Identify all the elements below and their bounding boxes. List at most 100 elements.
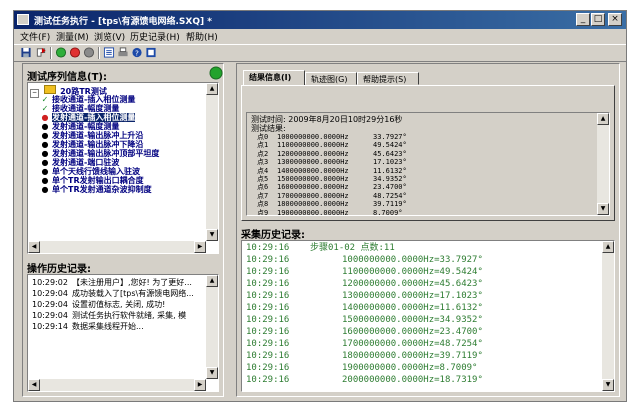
collect-value: 1800000000.0000Hz=39.7119° <box>342 351 483 361</box>
result-info-box[interactable]: 测试时间: 2009年8月20日10时29分16秒 测试结果: 点0 100000… <box>246 112 610 216</box>
collect-time: 10:29:16 <box>246 327 290 337</box>
collect-row: 10:29:16 1300000000.0000Hz=17.1023° <box>246 291 483 302</box>
info-icon[interactable] <box>145 47 157 58</box>
save-icon[interactable] <box>20 47 32 58</box>
menu-history[interactable]: 历史记录(H) <box>130 30 180 43</box>
scroll-left-arrow-icon[interactable]: ◀ <box>28 241 40 253</box>
tree-item-label: 接收通道-插入相位测量 <box>52 95 136 104</box>
tree-item-label: 发射通道-输出脉冲下降沿 <box>52 140 144 149</box>
tree-item[interactable]: ● 发射通道-插入相位测量 <box>40 113 136 122</box>
menu-file[interactable]: 文件(F) <box>20 30 50 43</box>
result-vertical-scrollbar[interactable]: ▲ ▼ <box>597 113 609 215</box>
scroll-right-arrow-icon[interactable]: ▶ <box>194 379 206 391</box>
tab-trace-graph[interactable]: 轨迹图(G) <box>305 72 357 85</box>
tree-item[interactable]: ● 单个TR发射输出口耦合度 <box>40 176 144 185</box>
tree-item-label: 发射通道-输出脉冲上升沿 <box>52 131 144 140</box>
window-title: 测试任务执行 - [tps\有源馈电网络.SXQ] * <box>34 17 212 27</box>
tree-item-label: 发射通道-插入相位测量 <box>52 113 136 122</box>
scroll-left-arrow-icon[interactable]: ◀ <box>28 379 40 391</box>
collect-time: 10:29:16 <box>246 315 290 325</box>
collect-time: 10:29:16 <box>246 351 290 361</box>
test-time-line: 测试时间: 2009年8月20日10时29分16秒 <box>251 115 403 124</box>
scroll-down-arrow-icon[interactable]: ▼ <box>602 379 614 391</box>
app-icon <box>17 14 29 25</box>
tree-item[interactable]: ● 发射通道-输出脉冲下降沿 <box>40 140 144 149</box>
dot-icon: ● <box>41 122 49 131</box>
collect-history-list[interactable]: 10:29:16 步骤01-02 点数:11 10:29:16 1000000000.… <box>241 240 615 392</box>
history-time: 10:29:04 <box>32 311 68 320</box>
scroll-up-arrow-icon[interactable]: ▲ <box>602 241 614 253</box>
collect-time: 10:29:16 <box>246 267 290 277</box>
collect-step-text: 步骤01-02 点数:11 <box>310 243 395 253</box>
scroll-up-arrow-icon[interactable]: ▲ <box>206 83 218 95</box>
dot-icon: ● <box>41 131 49 140</box>
collapse-icon[interactable]: − <box>30 89 39 98</box>
tree-vertical-scrollbar[interactable]: ▲ ▼ <box>206 83 218 241</box>
tree-item-label: 单个TR发射通道杂波抑制度 <box>52 185 152 194</box>
tree-item[interactable]: ● 单个天线行馈线输入驻波 <box>40 167 141 176</box>
green-circle-icon[interactable] <box>55 47 67 58</box>
menu-view[interactable]: 浏览(V) <box>94 30 125 43</box>
collect-history-label: 采集历史记录: <box>241 230 305 241</box>
result-point-value: 8.7009° <box>373 208 403 216</box>
scroll-right-arrow-icon[interactable]: ▶ <box>194 241 206 253</box>
tree-item[interactable]: ● 单个TR发射通道杂波抑制度 <box>40 185 152 194</box>
history-horizontal-scrollbar[interactable]: ◀ ▶ <box>28 379 206 391</box>
red-circle-icon[interactable] <box>69 47 81 58</box>
history-vertical-scrollbar[interactable]: ▲ ▼ <box>206 275 218 379</box>
tree-item-label: 单个TR发射输出口耦合度 <box>52 176 144 185</box>
title-bar[interactable]: 测试任务执行 - [tps\有源馈电网络.SXQ] * _ □ × <box>14 11 626 29</box>
result-point-name: 点9 <box>257 208 269 216</box>
menu-help[interactable]: 帮助(H) <box>186 30 218 43</box>
tree-horizontal-scrollbar[interactable]: ◀ ▶ <box>28 241 206 253</box>
scroll-down-arrow-icon[interactable]: ▼ <box>597 203 609 215</box>
history-message: 【未注册用户】,您好! 为了更好... <box>72 278 192 287</box>
maximize-button[interactable]: □ <box>591 13 605 26</box>
collect-row: 10:29:16 1500000000.0000Hz=34.9352° <box>246 315 483 326</box>
test-result-label: 测试结果: <box>251 124 286 133</box>
tree-item[interactable]: ● 发射通道-输出脉冲顶部平坦度 <box>40 149 160 158</box>
tree-item[interactable]: ● 发射通道-端口驻波 <box>40 158 120 167</box>
right-panel: 结果信息(I) 轨迹图(G) 帮助提示(S) 测试时间: 2009年8月20日1… <box>236 63 620 397</box>
toolbar-separator <box>98 47 100 59</box>
tab-page: 测试时间: 2009年8月20日10时29分16秒 测试结果: 点0 100000… <box>241 85 615 221</box>
history-message: 数据采集线程开始... <box>72 322 144 331</box>
scroll-down-arrow-icon[interactable]: ▼ <box>206 229 218 241</box>
collect-row: 10:29:16 2000000000.0000Hz=18.7319° <box>246 375 483 386</box>
scroll-up-arrow-icon[interactable]: ▲ <box>206 275 218 287</box>
close-button[interactable]: × <box>608 13 622 26</box>
collect-vertical-scrollbar[interactable]: ▲ ▼ <box>602 241 614 391</box>
minimize-button[interactable]: _ <box>576 13 590 26</box>
check-icon: ✓ <box>41 104 49 113</box>
menu-bar: 文件(F) 测量(M) 浏览(V) 历史记录(H) 帮助(H) <box>14 29 626 43</box>
menu-measure[interactable]: 测量(M) <box>56 30 89 43</box>
gray-circle-icon[interactable] <box>83 47 95 58</box>
collect-time: 10:29:16 <box>246 363 290 373</box>
dot-icon: ● <box>41 185 49 194</box>
sequence-tree[interactable]: − 20路TR测试 ✓ 接收通道-插入相位测量 ✓ 接收通道-幅度测量 ● 发射通道-插入… <box>27 82 219 254</box>
tree-item[interactable]: ✓ 接收通道-插入相位测量 <box>40 95 136 104</box>
dot-icon: ● <box>41 158 49 167</box>
scroll-up-arrow-icon[interactable]: ▲ <box>597 113 609 125</box>
history-time: 10:29:14 <box>32 322 68 331</box>
operation-history-list[interactable]: 10:29:02 【未注册用户】,您好! 为了更好... 10:29:04 成功装载入… <box>27 274 219 392</box>
run-icon[interactable] <box>35 47 47 58</box>
dot-icon: ● <box>41 140 49 149</box>
folder-icon <box>43 85 56 94</box>
scroll-down-arrow-icon[interactable]: ▼ <box>206 367 218 379</box>
red-dot-icon: ● <box>41 113 49 122</box>
tab-result-info[interactable]: 结果信息(I) <box>243 70 305 86</box>
collect-time: 10:29:16 <box>246 255 290 265</box>
tree-item[interactable]: ✓ 接收通道-幅度测量 <box>40 104 120 113</box>
tab-help-hint[interactable]: 帮助提示(S) <box>357 72 419 85</box>
left-panel: 测试序列信息(T): − 20路TR测试 ✓ 接收通道-插入相位测量 ✓ 接收通道-幅… <box>22 63 224 397</box>
tree-item[interactable]: ● 发射通道-输出脉冲上升沿 <box>40 131 144 140</box>
print-icon[interactable] <box>117 47 129 58</box>
check-icon: ✓ <box>41 95 49 104</box>
list-icon[interactable] <box>103 47 115 58</box>
collect-row: 10:29:16 1400000000.0000Hz=11.6132° <box>246 303 483 314</box>
collect-time: 10:29:16 <box>246 375 290 385</box>
help-icon[interactable]: ? <box>131 47 143 58</box>
toolbar-separator <box>50 47 52 59</box>
tree-item[interactable]: ● 发射通道-幅度测量 <box>40 122 120 131</box>
